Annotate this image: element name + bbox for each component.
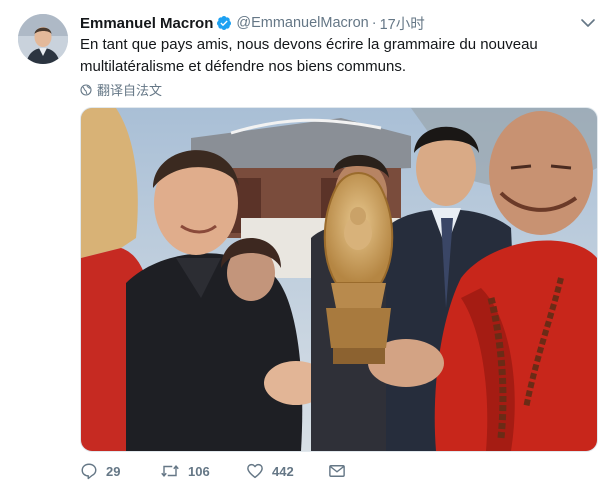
author-handle[interactable]: @EmmanuelMacron [236, 15, 368, 31]
reply-button[interactable]: 29 [80, 462, 160, 480]
reply-count: 29 [106, 463, 121, 479]
tweet-timestamp[interactable]: 17小时 [380, 13, 425, 34]
action-bar: 29 106 442 [80, 462, 346, 480]
envelope-icon [329, 465, 345, 477]
translate-link[interactable]: 翻译自法文 [80, 80, 162, 99]
retweet-count: 106 [188, 463, 210, 479]
tweet-text: En tant que pays amis, nous devons écrir… [80, 36, 538, 75]
globe-icon [80, 83, 92, 96]
author-name[interactable]: Emmanuel Macron [80, 15, 213, 32]
like-count: 442 [272, 463, 294, 479]
avatar-image [18, 14, 68, 64]
retweet-button[interactable]: 106 [160, 462, 246, 480]
chevron-down-icon[interactable] [579, 14, 597, 32]
tweet-card: Emmanuel Macron @EmmanuelMacron · 17小时 E… [0, 0, 609, 492]
avatar[interactable] [18, 14, 68, 64]
tweet-header: Emmanuel Macron @EmmanuelMacron · 17小时 [80, 12, 589, 34]
retweet-icon [161, 465, 179, 477]
tweet-photo[interactable] [80, 107, 598, 452]
direct-message-button[interactable] [328, 462, 346, 480]
heart-icon [247, 463, 263, 479]
reply-icon [81, 463, 97, 480]
translate-label: 翻译自法文 [97, 83, 163, 98]
like-button[interactable]: 442 [246, 462, 328, 480]
separator-dot: · [371, 15, 377, 31]
photo-illustration [81, 108, 597, 451]
verified-badge-icon [217, 16, 232, 30]
